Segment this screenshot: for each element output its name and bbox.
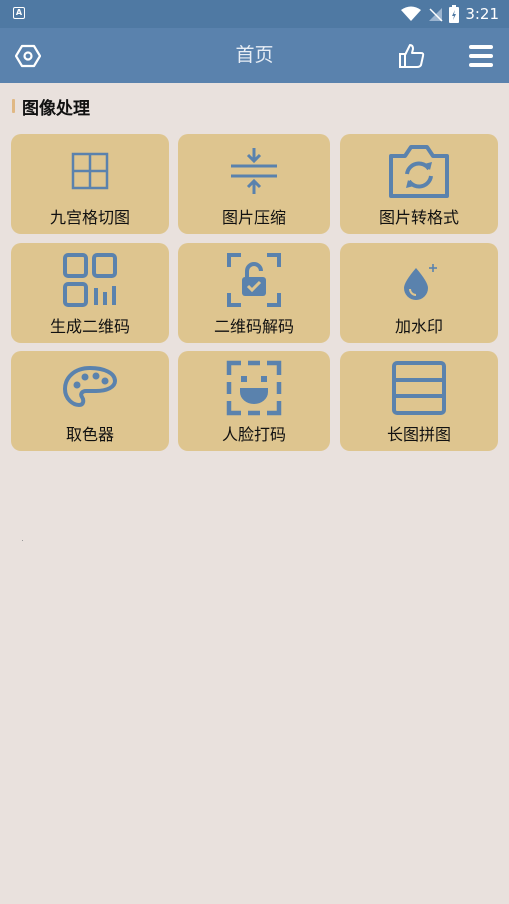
tile-compress[interactable]: 图片压缩 xyxy=(178,134,330,234)
face-scan-icon xyxy=(226,360,282,416)
clock: 3:21 xyxy=(465,5,499,23)
palette-icon xyxy=(63,366,117,407)
hamburger-menu-icon xyxy=(469,45,493,67)
tile-long-image-stitch[interactable]: 长图拼图 xyxy=(340,351,498,451)
tile-label: 图片转格式 xyxy=(378,208,459,227)
thumbs-up-icon xyxy=(399,44,425,68)
tile-label: 二维码解码 xyxy=(213,317,294,336)
lock-scan-icon xyxy=(227,253,281,307)
tile-decode-qrcode[interactable]: 二维码解码 xyxy=(178,243,330,343)
menu-button[interactable] xyxy=(466,41,496,71)
grid-cut-icon xyxy=(71,152,109,190)
camera-rotate-icon xyxy=(389,145,449,198)
page-title: 首页 xyxy=(235,44,274,66)
tile-label: 取色器 xyxy=(65,425,114,444)
tile-generate-qrcode[interactable]: 生成二维码 xyxy=(11,243,169,343)
tile-label: 人脸打码 xyxy=(221,425,286,444)
notification-a-icon: A xyxy=(13,7,25,19)
tile-add-watermark[interactable]: 加水印 xyxy=(340,243,498,343)
tile-label: 长图拼图 xyxy=(386,425,451,444)
app-bar: 首页 xyxy=(0,28,509,83)
tile-face-mosaic[interactable]: 人脸打码 xyxy=(178,351,330,451)
section-title: 图像处理 xyxy=(22,98,90,119)
tile-label: 加水印 xyxy=(394,317,443,336)
stray-dot xyxy=(22,540,23,541)
battery-charging-icon xyxy=(449,5,460,23)
tile-color-picker[interactable]: 取色器 xyxy=(11,351,169,451)
tile-label: 生成二维码 xyxy=(49,317,130,336)
qrcode-icon xyxy=(63,253,117,307)
like-button[interactable] xyxy=(397,41,427,71)
water-drop-icon xyxy=(404,264,437,300)
long-image-icon xyxy=(392,361,446,415)
section-header: 图像处理 xyxy=(12,94,90,119)
section-accent-bar xyxy=(12,99,15,113)
wifi-icon xyxy=(401,6,422,21)
tile-grid-cut[interactable]: 九宫格切图 xyxy=(11,134,169,234)
compress-icon xyxy=(231,148,277,194)
status-bar: A 3:21 xyxy=(0,0,509,28)
tile-convert-format[interactable]: 图片转格式 xyxy=(340,134,498,234)
tile-label: 图片压缩 xyxy=(221,208,286,227)
no-signal-icon xyxy=(429,8,443,22)
tile-label: 九宫格切图 xyxy=(49,208,130,227)
